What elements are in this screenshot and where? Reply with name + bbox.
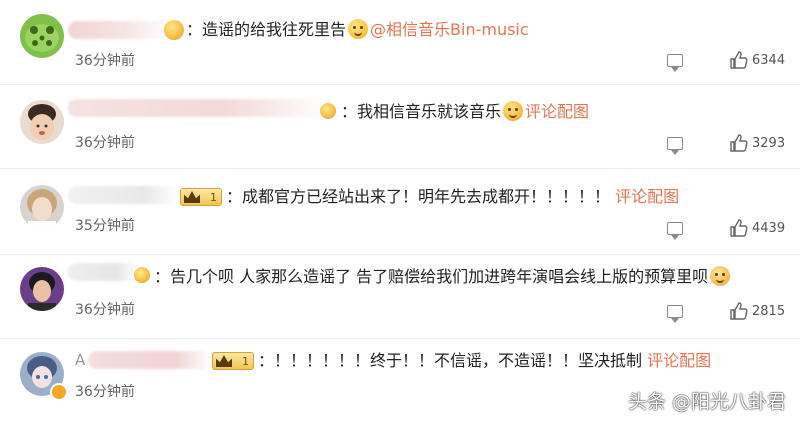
comment-time: 35分钟前	[75, 218, 135, 234]
woman-avatar-icon[interactable]	[20, 185, 64, 229]
fan-badge-icon	[164, 20, 184, 40]
toutiao-watermark: 头条 @阳光八卦君	[627, 391, 786, 413]
like-count: 4439	[752, 221, 786, 236]
comment-image-link[interactable]: 评论配图	[525, 102, 589, 121]
comment-row: ：我相信音乐就该音乐 评论配图 36分钟前 3293	[0, 85, 800, 167]
comment-row: ：告几个呗 人家那么造谣了 告了赔偿给我们加进跨年演唱会线上版的预算里呗 36分…	[0, 255, 800, 337]
comment-image-link[interactable]: 评论配图	[615, 187, 679, 206]
verified-badge-icon	[50, 383, 68, 401]
reply-icon[interactable]	[667, 54, 683, 72]
fan-badge-icon	[134, 267, 150, 283]
comment-text: ：成都官方已经站出来了！明年先去成都开！！！！！ 评论配图	[226, 187, 680, 206]
username-blurred[interactable]	[68, 186, 178, 204]
reply-icon[interactable]	[667, 305, 683, 323]
comment-row: 1 ：成都官方已经站出来了！明年先去成都开！！！！！ 评论配图 35分钟前 44…	[0, 169, 800, 251]
like-count: 6344	[752, 53, 786, 68]
like-icon[interactable]	[729, 133, 749, 153]
comment-text: ：造谣的给我往死里告 @相信音乐Bin-music	[186, 19, 529, 39]
like-icon[interactable]	[729, 218, 749, 238]
comment-time: 36分钟前	[75, 135, 135, 151]
username-initial[interactable]: A	[75, 351, 85, 369]
comment-row: ：造谣的给我往死里告 @相信音乐Bin-music 36分钟前 6344	[0, 0, 800, 82]
comment-time: 36分钟前	[75, 384, 135, 400]
comment-time: 36分钟前	[75, 53, 135, 69]
like-count: 3293	[752, 136, 786, 151]
reply-icon[interactable]	[667, 222, 683, 240]
username-blurred[interactable]	[68, 99, 330, 117]
kiss-emoji-icon	[503, 101, 524, 121]
hug-emoji-icon	[710, 266, 731, 286]
baby-avatar-icon[interactable]	[20, 100, 64, 144]
comment-text: ：！！！！！！终于！！不信谣，不造谣！！坚决抵制 评论配图	[258, 351, 712, 370]
smile-emoji-icon	[348, 19, 369, 39]
username-blurred[interactable]	[68, 263, 138, 281]
vip-level-badge: 1	[180, 188, 222, 206]
frog-avatar-icon[interactable]	[20, 14, 64, 58]
comment-text: ：我相信音乐就该音乐 评论配图	[341, 101, 590, 121]
man-avatar-icon[interactable]	[20, 267, 64, 311]
comment-image-link[interactable]: 评论配图	[647, 351, 711, 370]
username-blurred[interactable]	[88, 351, 212, 369]
vip-level-badge: 1	[212, 352, 254, 370]
username-blurred[interactable]	[68, 21, 172, 39]
comment-time: 36分钟前	[75, 302, 135, 318]
like-icon[interactable]	[729, 301, 749, 321]
fan-badge-icon	[320, 103, 336, 119]
mention-link[interactable]: @相信音乐Bin-music	[370, 20, 529, 39]
like-count: 2815	[752, 304, 786, 319]
comment-text: ：告几个呗 人家那么造谣了 告了赔偿给我们加进跨年演唱会线上版的预算里呗	[154, 266, 732, 288]
reply-icon[interactable]	[667, 137, 683, 155]
like-icon[interactable]	[729, 50, 749, 70]
